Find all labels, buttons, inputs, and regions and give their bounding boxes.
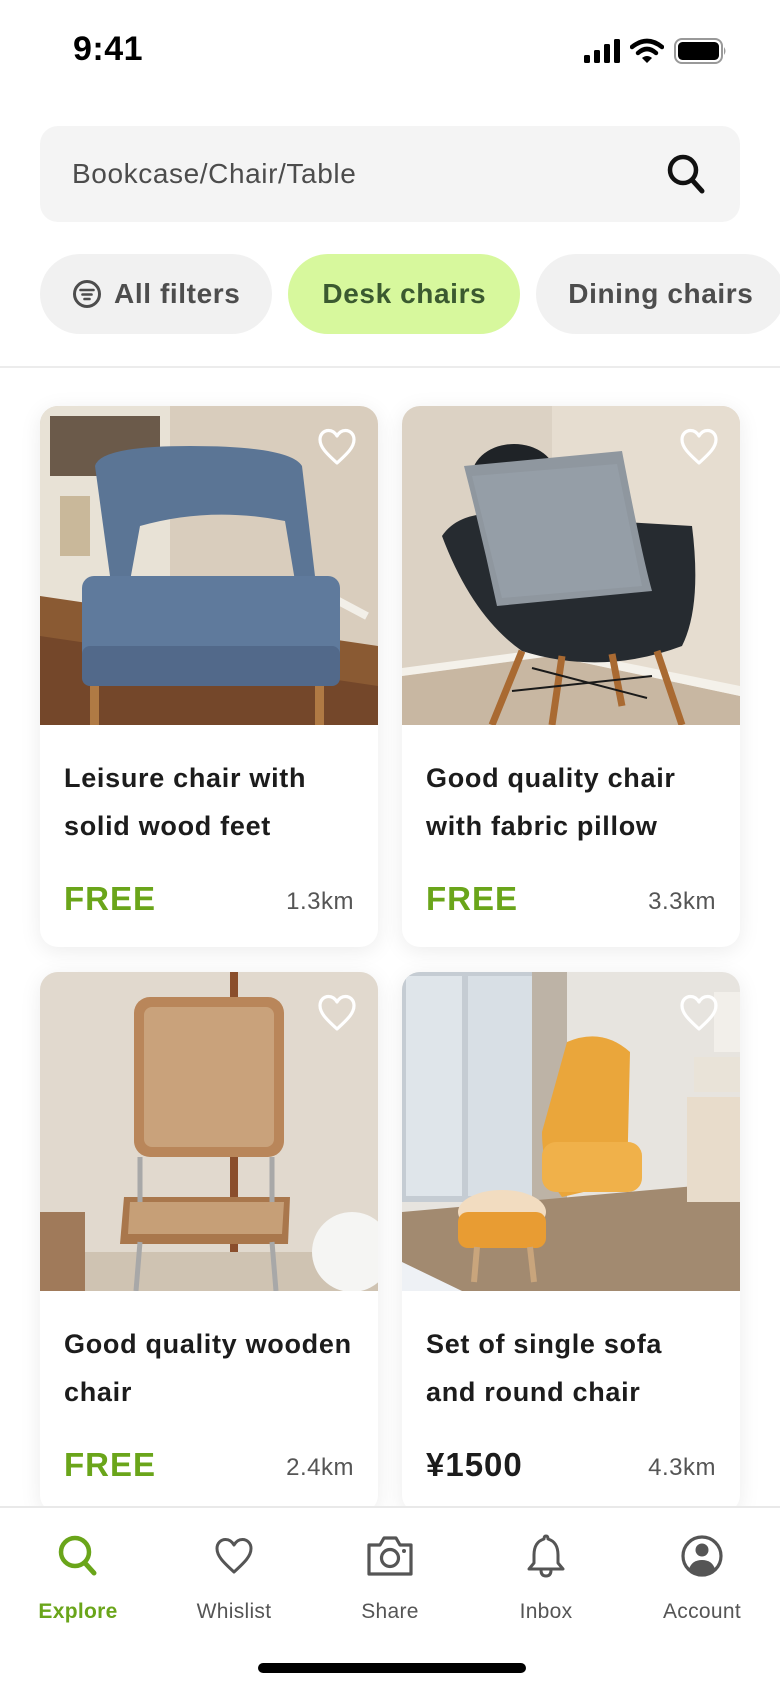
nav-account[interactable]: Account <box>624 1530 780 1624</box>
nav-label: Whislist <box>196 1600 272 1623</box>
nav-label: Share <box>361 1600 419 1623</box>
filter-chips: All filters Desk chairs Dining chairs <box>40 254 780 334</box>
favorite-heart-icon[interactable] <box>316 426 358 468</box>
camera-icon <box>367 1536 413 1576</box>
nav-whislist[interactable]: Whislist <box>156 1530 312 1624</box>
listing-title: Good quality chair with fabric pillow <box>426 763 676 841</box>
listing-price: FREE <box>64 1446 157 1483</box>
home-indicator[interactable] <box>258 1663 526 1673</box>
listing-title: Good quality wooden chair <box>64 1329 352 1407</box>
status-bar: 9:41 <box>0 0 780 100</box>
listing-price: FREE <box>426 880 519 917</box>
chip-label: All filters <box>114 278 241 309</box>
favorite-heart-icon[interactable] <box>316 992 358 1034</box>
listing-image <box>40 406 378 725</box>
listing-card[interactable]: Good quality chair with fabric pillow FR… <box>402 406 740 947</box>
account-icon <box>681 1535 723 1577</box>
listing-grid: Leisure chair with solid wood feet FREE … <box>40 406 740 1513</box>
listing-image <box>40 972 378 1291</box>
heart-icon <box>215 1538 253 1574</box>
nav-label: Explore <box>38 1600 118 1623</box>
signal-icon <box>584 39 620 63</box>
listing-card[interactable]: Good quality wooden chair FREE 2.4km <box>40 972 378 1513</box>
nav-label: Account <box>663 1600 741 1623</box>
battery-icon <box>674 38 726 64</box>
listing-card[interactable]: Leisure chair with solid wood feet FREE … <box>40 406 378 947</box>
nav-explore[interactable]: Explore <box>0 1530 156 1624</box>
search-icon[interactable] <box>666 153 706 195</box>
listing-image <box>402 406 740 725</box>
bottom-nav: Explore Whislist Share Inbox Account <box>0 1506 780 1688</box>
listing-distance: 4.3km <box>648 1454 716 1481</box>
chip-label: Desk chairs <box>322 278 487 309</box>
listing-distance: 3.3km <box>648 888 716 915</box>
favorite-heart-icon[interactable] <box>678 992 720 1034</box>
chip-dining-chairs[interactable]: Dining chairs <box>536 254 780 334</box>
search-icon <box>58 1535 97 1576</box>
chip-label: Dining chairs <box>568 278 754 309</box>
listing-distance: 1.3km <box>286 888 354 915</box>
status-time: 9:41 <box>73 30 144 68</box>
nav-share[interactable]: Share <box>312 1530 468 1624</box>
listing-price: FREE <box>64 880 157 917</box>
search-placeholder: Bookcase/Chair/Table <box>72 158 357 189</box>
listing-card[interactable]: Set of single sofa and round chair ¥1500… <box>402 972 740 1513</box>
nav-label: Inbox <box>519 1600 573 1623</box>
divider <box>0 366 780 368</box>
search-input[interactable]: Bookcase/Chair/Table <box>40 126 740 222</box>
wifi-icon <box>630 38 664 63</box>
listing-price: ¥1500 <box>426 1446 523 1483</box>
listing-distance: 2.4km <box>286 1454 354 1481</box>
filter-icon <box>73 280 101 308</box>
nav-inbox[interactable]: Inbox <box>468 1530 624 1624</box>
status-icons <box>584 38 728 64</box>
listing-title: Set of single sofa and round chair <box>426 1329 663 1407</box>
favorite-heart-icon[interactable] <box>678 426 720 468</box>
chip-desk-chairs[interactable]: Desk chairs <box>288 254 521 334</box>
listing-title: Leisure chair with solid wood feet <box>64 763 307 841</box>
chip-all-filters[interactable]: All filters <box>40 254 273 334</box>
bell-icon <box>527 1534 565 1578</box>
listing-image <box>402 972 740 1291</box>
